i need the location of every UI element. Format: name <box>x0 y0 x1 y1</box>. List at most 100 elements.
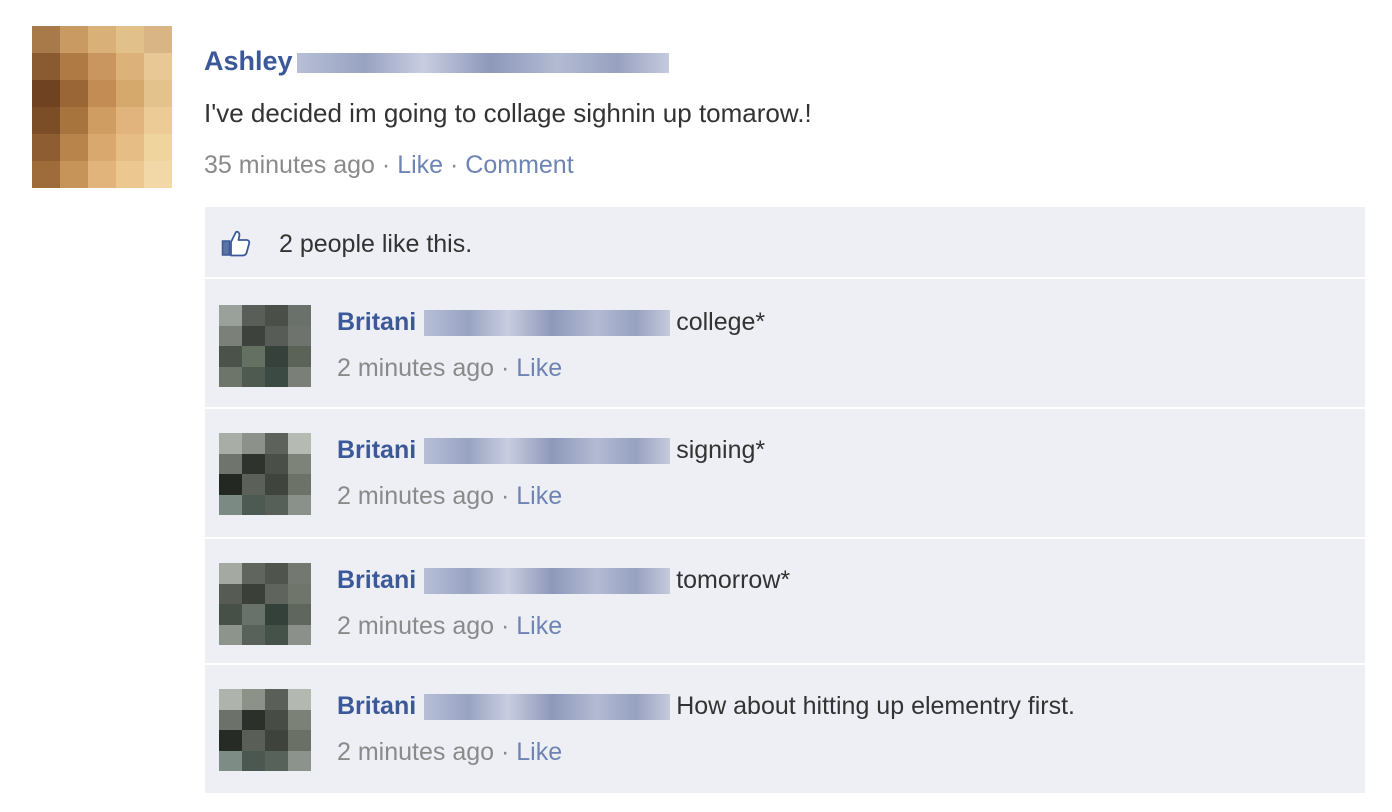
comment-text: tomorrow* <box>676 566 791 594</box>
author-name[interactable]: Ashley <box>204 46 293 76</box>
avatar-pixel <box>288 346 311 367</box>
avatar-pixel <box>265 305 288 326</box>
avatar-pixel <box>265 689 288 710</box>
comment-meta: 2 minutes ago · Like <box>337 479 562 513</box>
avatar-pixel <box>219 709 242 730</box>
avatar-pixel <box>219 730 242 751</box>
avatar-pixel <box>265 604 288 625</box>
avatar-pixel <box>116 161 144 188</box>
avatar-pixel <box>219 453 242 474</box>
commenter-avatar[interactable] <box>219 305 311 387</box>
comment-text: How about hitting up elementry first. <box>676 692 1075 720</box>
avatar-pixel <box>242 433 265 454</box>
comment-item: Britani college* 2 minutes ago · Like <box>205 281 1365 409</box>
avatar-pixel <box>32 161 60 188</box>
meta-separator: · <box>501 354 510 382</box>
comment-header: Britani signing* <box>337 433 765 467</box>
avatar-pixel <box>242 604 265 625</box>
avatar-pixel <box>144 107 172 134</box>
comment-timestamp[interactable]: 2 minutes ago <box>337 738 494 766</box>
avatar-pixel <box>242 750 265 771</box>
avatar-pixel <box>265 730 288 751</box>
avatar-pixel <box>265 583 288 604</box>
commenter-name[interactable]: Britani <box>337 436 416 464</box>
avatar-pixel <box>219 624 242 645</box>
avatar-pixel <box>265 563 288 584</box>
comment-text: college* <box>676 308 766 336</box>
avatar-pixel <box>242 624 265 645</box>
meta-separator: · <box>450 151 459 179</box>
comment-like-link[interactable]: Like <box>516 738 562 766</box>
comment-timestamp[interactable]: 2 minutes ago <box>337 354 494 382</box>
redacted-surname <box>424 438 671 465</box>
avatar-pixel <box>288 689 311 710</box>
avatar-pixel <box>242 346 265 367</box>
redacted-surname <box>424 310 671 337</box>
comment-like-link[interactable]: Like <box>516 354 562 382</box>
avatar-pixel <box>88 53 116 80</box>
avatar-pixel <box>219 305 242 326</box>
avatar-pixel <box>32 134 60 161</box>
avatar-pixel <box>288 494 311 515</box>
avatar-pixel <box>219 325 242 346</box>
commenter-name[interactable]: Britani <box>337 308 416 336</box>
avatar-pixel <box>288 583 311 604</box>
avatar-pixel <box>60 134 88 161</box>
commenter-name[interactable]: Britani <box>337 566 416 594</box>
avatar-pixel <box>242 453 265 474</box>
avatar-pixel <box>88 161 116 188</box>
comment-text: signing* <box>676 436 766 464</box>
likes-summary: 2 people like this. <box>205 207 1365 279</box>
meta-separator: · <box>501 482 510 510</box>
likes-count-text[interactable]: 2 people like this. <box>279 227 472 261</box>
comment-header: Britani How about hitting up elementry fi… <box>337 689 1075 723</box>
status-text: I've decided im going to collage sighnin… <box>204 98 812 128</box>
like-link[interactable]: Like <box>397 151 443 179</box>
comment-timestamp[interactable]: 2 minutes ago <box>337 482 494 510</box>
avatar-pixel <box>242 494 265 515</box>
avatar-pixel <box>288 750 311 771</box>
post-timestamp[interactable]: 35 minutes ago <box>204 151 375 179</box>
avatar-pixel <box>288 604 311 625</box>
avatar-pixel <box>265 325 288 346</box>
avatar-pixel <box>288 325 311 346</box>
avatar-pixel <box>60 107 88 134</box>
avatar-pixel <box>60 53 88 80</box>
author-avatar[interactable] <box>32 26 172 188</box>
avatar-pixel <box>288 563 311 584</box>
avatar-pixel <box>219 494 242 515</box>
avatar-pixel <box>144 161 172 188</box>
comment-link[interactable]: Comment <box>465 151 573 179</box>
avatar-pixel <box>32 53 60 80</box>
avatar-pixel <box>242 709 265 730</box>
avatar-pixel <box>88 107 116 134</box>
avatar-pixel <box>288 624 311 645</box>
avatar-pixel <box>144 80 172 107</box>
commenter-avatar[interactable] <box>219 433 311 515</box>
commenter-avatar[interactable] <box>219 689 311 771</box>
avatar-pixel <box>265 474 288 495</box>
avatar-pixel <box>288 730 311 751</box>
avatar-pixel <box>219 604 242 625</box>
avatar-pixel <box>242 474 265 495</box>
avatar-pixel <box>88 80 116 107</box>
comment-header: Britani college* <box>337 305 765 339</box>
avatar-pixel <box>265 750 288 771</box>
avatar-pixel <box>144 26 172 53</box>
comment-item: Britani signing* 2 minutes ago · Like <box>205 409 1365 539</box>
avatar-pixel <box>219 474 242 495</box>
avatar-pixel <box>219 689 242 710</box>
avatar-pixel <box>288 709 311 730</box>
commenter-name[interactable]: Britani <box>337 692 416 720</box>
avatar-pixel <box>219 346 242 367</box>
redacted-surname <box>424 568 671 595</box>
avatar-pixel <box>242 689 265 710</box>
comment-like-link[interactable]: Like <box>516 482 562 510</box>
post-meta: 35 minutes ago · Like · Comment <box>204 148 574 182</box>
comment-like-link[interactable]: Like <box>516 612 562 640</box>
avatar-pixel <box>265 366 288 387</box>
commenter-avatar[interactable] <box>219 563 311 645</box>
comment-timestamp[interactable]: 2 minutes ago <box>337 612 494 640</box>
avatar-pixel <box>60 26 88 53</box>
avatar-pixel <box>219 750 242 771</box>
